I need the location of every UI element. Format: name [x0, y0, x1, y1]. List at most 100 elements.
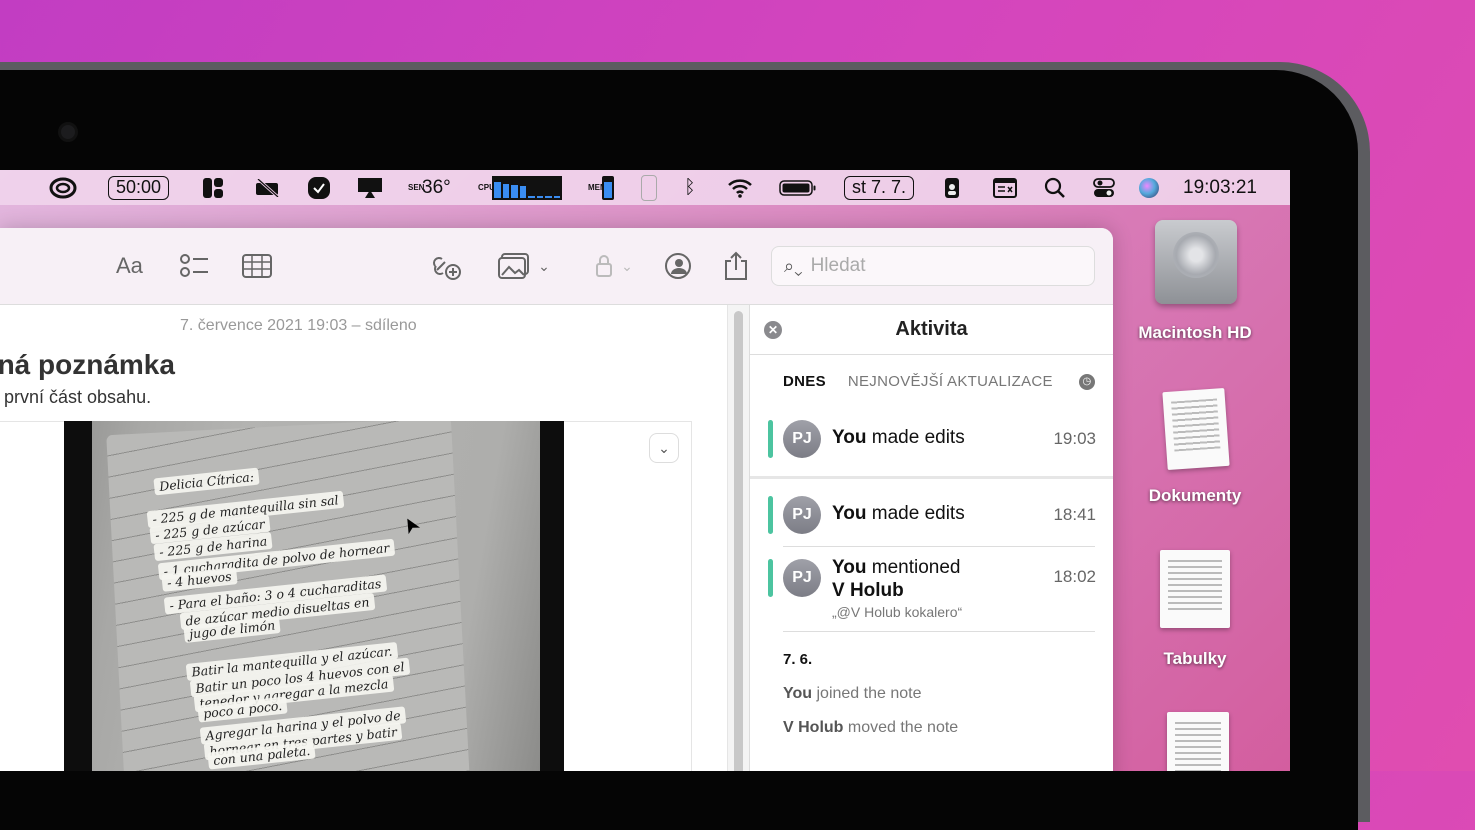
- share-collab-button[interactable]: [662, 250, 694, 282]
- search-placeholder: Hledat: [810, 255, 866, 276]
- timestamp: 18:41: [1053, 505, 1096, 524]
- toolbar: Aa ⌄ ⌄ ⌕⌄ Hledat: [0, 228, 1113, 305]
- hard-drive-icon[interactable]: [1155, 220, 1237, 304]
- format-button[interactable]: Aa: [116, 250, 143, 282]
- checklist-icon: [180, 254, 208, 277]
- timer-value: 50:00: [108, 175, 170, 200]
- battery-icon[interactable]: [778, 170, 818, 205]
- action: mentioned: [871, 557, 961, 578]
- mentioned-user: V Holub: [832, 580, 904, 601]
- timestamp: 19:03: [1053, 429, 1096, 448]
- timestamp: 18:02: [1053, 567, 1096, 586]
- search-icon: ⌕⌄: [784, 255, 803, 276]
- note-editor[interactable]: 7. července 2021 19:03 – sdíleno ená poz…: [0, 305, 727, 771]
- scrollbar[interactable]: [727, 305, 749, 771]
- creative-cloud-icon[interactable]: [48, 170, 78, 205]
- action: made edits: [871, 503, 965, 524]
- photo-icon: [498, 253, 530, 279]
- document-icon[interactable]: [1167, 712, 1229, 771]
- action: made edits: [871, 427, 965, 448]
- date[interactable]: st 7. 7.: [844, 170, 915, 205]
- chevron-down-icon: ⌄: [658, 439, 670, 456]
- activity-tabs: DNES NEJNOVĚJŠÍ AKTUALIZACE ◷: [783, 373, 1095, 390]
- search-input[interactable]: ⌕⌄ Hledat: [771, 246, 1095, 286]
- temperature-value: 36°: [422, 176, 451, 198]
- person-circle-icon: [665, 253, 691, 279]
- avatar: PJ: [783, 496, 821, 534]
- contact-card-icon[interactable]: [942, 170, 962, 205]
- divider: [750, 476, 1113, 479]
- day-header: 7. 6.: [783, 651, 813, 668]
- activity-panel: ✕ Aktivita DNES NEJNOVĚJŠÍ AKTUALIZACE ◷…: [749, 305, 1113, 771]
- collaborate-button[interactable]: [431, 250, 463, 282]
- lock-icon: [596, 255, 613, 277]
- airplay-icon[interactable]: [356, 170, 384, 205]
- clock-icon[interactable]: ◷: [1079, 373, 1095, 390]
- divider: [783, 631, 1095, 632]
- media-button[interactable]: ⌄: [495, 250, 553, 282]
- table-button[interactable]: [241, 250, 273, 282]
- search-icon[interactable]: [1044, 170, 1066, 205]
- mem-label: MEM: [588, 182, 607, 192]
- actor: You: [832, 557, 867, 578]
- document-icon[interactable]: [1162, 387, 1230, 471]
- actor: You: [832, 503, 867, 524]
- sensor-label: SEN: [408, 182, 425, 192]
- avatar: PJ: [783, 420, 821, 458]
- notes-window: Aa ⌄ ⌄ ⌕⌄ Hledat 7. července 2021 19:03 –…: [0, 228, 1113, 771]
- action: joined the note: [816, 685, 922, 702]
- actor: You: [783, 685, 813, 702]
- unread-indicator: [768, 559, 773, 597]
- expand-attachment-button[interactable]: ⌄: [649, 433, 679, 463]
- desktop-icon-label[interactable]: Tabulky: [1125, 649, 1265, 669]
- desktop-icon-label[interactable]: Dokumenty: [1125, 486, 1265, 506]
- control-center-icon[interactable]: [1092, 170, 1116, 205]
- share-icon: [725, 251, 747, 280]
- wifi-icon[interactable]: [726, 170, 754, 205]
- memory-meter[interactable]: MEM: [588, 170, 614, 205]
- scrollbar-thumb[interactable]: [734, 311, 743, 771]
- activity-item[interactable]: PJ You mentioned V Holub „@V Holub kokal…: [750, 547, 1113, 632]
- activity-item[interactable]: PJ You made edits 19:03: [750, 409, 1113, 469]
- layout-icon[interactable]: [201, 170, 225, 205]
- shield-check-icon[interactable]: [306, 170, 332, 205]
- chevron-down-icon: ⌄: [538, 257, 550, 274]
- note-subtitle: první část obsahu.: [4, 387, 152, 407]
- desktop-icon-label[interactable]: Macintosh HD: [1125, 323, 1265, 343]
- bluetooth-icon[interactable]: ᛒ: [680, 170, 700, 205]
- table-icon: [242, 254, 272, 278]
- menu-bar: 50:00 SEN 36° CPU MEM ᛒ st 7. 7. 19:03:21: [0, 170, 1290, 205]
- activity-title: Aktivita: [895, 318, 968, 340]
- history-item[interactable]: V Holub moved the note: [783, 719, 958, 737]
- date-value: st 7. 7.: [844, 175, 915, 200]
- activity-item[interactable]: PJ You made edits 18:41: [750, 485, 1113, 545]
- camera-off-icon[interactable]: [254, 170, 282, 205]
- actor: You: [832, 427, 867, 448]
- link-plus-icon: [433, 257, 461, 280]
- window-icon[interactable]: [992, 170, 1018, 205]
- empty-indicator: [640, 170, 658, 205]
- siri-icon[interactable]: [1138, 170, 1160, 205]
- history-item[interactable]: You joined the note: [783, 685, 921, 703]
- screen: 50:00 SEN 36° CPU MEM ᛒ st 7. 7. 19:03:21…: [0, 170, 1290, 771]
- camera: [58, 122, 78, 142]
- share-button[interactable]: [722, 250, 750, 282]
- cpu-label: CPU: [478, 182, 495, 192]
- timer[interactable]: 50:00: [108, 170, 170, 205]
- activity-header: ✕ Aktivita: [750, 305, 1113, 355]
- mention-quote: „@V Holub kokalero“: [832, 604, 963, 620]
- checklist-button[interactable]: [178, 250, 210, 282]
- unread-indicator: [768, 420, 773, 458]
- temperature-sensor[interactable]: SEN 36°: [408, 170, 451, 205]
- close-icon[interactable]: ✕: [764, 321, 782, 339]
- spreadsheet-icon[interactable]: [1160, 550, 1230, 628]
- notebook-photo: Delicia Cítrica: - 225 g de mantequilla …: [92, 421, 540, 771]
- action: moved the note: [847, 719, 959, 736]
- actor: V Holub: [783, 719, 844, 736]
- clock[interactable]: 19:03:21: [1183, 170, 1257, 205]
- tab-today[interactable]: DNES: [783, 373, 826, 390]
- cpu-meter[interactable]: CPU: [478, 170, 562, 205]
- tab-latest-updates[interactable]: NEJNOVĚJŠÍ AKTUALIZACE: [848, 373, 1053, 390]
- note-title: ená poznámka: [0, 349, 175, 380]
- lock-button[interactable]: ⌄: [590, 250, 638, 282]
